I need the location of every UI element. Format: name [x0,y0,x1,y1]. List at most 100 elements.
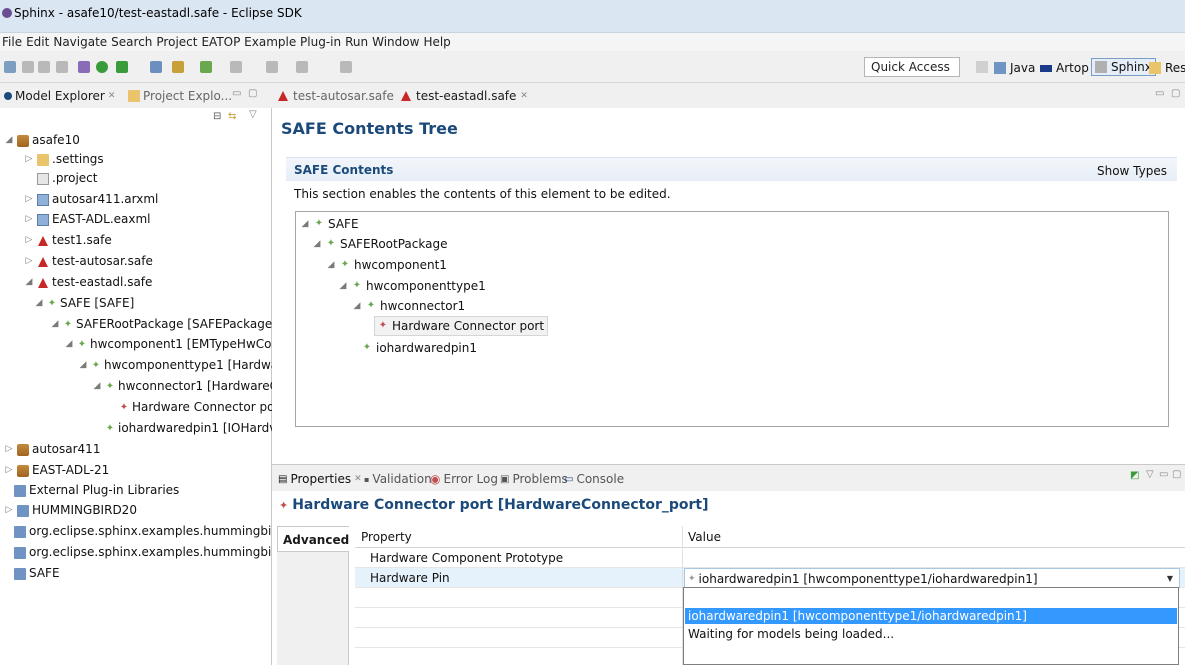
tree-item-hwcomponenttype1[interactable]: ◢ ✦ hwcomponenttype1 [Hardwa [78,356,279,375]
project-icon [17,443,29,456]
save-icon[interactable] [22,61,34,73]
menu-navigate[interactable]: Navigate [51,33,109,51]
contents-item-hwcomponenttype1[interactable]: ◢ ✦ hwcomponenttype1 [338,276,486,296]
menu-eatop[interactable]: EATOP Example Plug-in [199,33,343,51]
print-icon[interactable] [56,61,68,73]
run-icon[interactable] [96,61,108,73]
new-icon[interactable] [4,61,16,73]
project-icon [17,134,29,147]
tree-item-hwconnector1[interactable]: ◢ ✦ hwconnector1 [HardwareC [92,377,278,396]
side-tab-advanced[interactable]: Advanced [277,526,349,552]
contents-item-hardware-connector-port[interactable]: ✦ Hardware Connector port [374,316,549,336]
tree-item-autosar411-arxml[interactable]: ▷ autosar411.arxml [24,190,159,209]
tree-item-hummingbird20[interactable]: ▷ HUMMINGBIRD20 [4,501,137,520]
menu-edit[interactable]: Edit [24,33,51,51]
maximize-icon[interactable]: ▢ [1172,469,1181,480]
show-types-link[interactable]: Show Types [1097,164,1167,178]
menu-window[interactable]: Window [370,33,421,51]
minimize-icon[interactable]: ▭ [1159,469,1168,480]
pin-icon[interactable] [340,61,352,73]
run-external-icon[interactable] [116,61,128,73]
maximize-icon[interactable]: ▢ [1171,88,1180,99]
tab-problems[interactable]: ▣ Problems [500,472,568,486]
tree-item-org-eclipse-sphinx-2[interactable]: org.eclipse.sphinx.examples.hummingbir [14,543,276,562]
tree-item-external-plugin-libraries[interactable]: External Plug-in Libraries [14,481,179,500]
forward-icon[interactable] [296,61,308,73]
artop-icon [1040,64,1052,72]
new-package-icon[interactable] [150,61,162,73]
tab-test-autosar-safe[interactable]: test-autosar.safe [277,89,394,103]
table-row[interactable]: Hardware Component Prototype [355,548,1185,568]
menu-project[interactable]: Project [154,33,199,51]
perspective-res[interactable]: Res [1149,61,1185,75]
tree-item-iohardwaredpin1[interactable]: ✦ iohardwaredpin1 [IOHardv [92,419,277,438]
tab-validation[interactable]: ▪ Validation [364,472,432,486]
element-icon: ✦ [63,319,73,330]
quick-access-input[interactable]: Quick Access [864,57,960,77]
menu-help[interactable]: Help [421,33,452,51]
dropdown-option-empty[interactable] [685,591,1177,607]
close-icon[interactable]: ✕ [520,91,528,101]
view-menu-icon[interactable]: ▽ [1146,469,1154,480]
tab-test-eastadl-safe[interactable]: test-eastadl.safe ✕ [400,89,528,103]
contents-item-hwcomponent1[interactable]: ◢ ✦ hwcomponent1 [326,255,447,275]
tree-item-test1-safe[interactable]: ▷ test1.safe [24,231,112,250]
open-type-icon[interactable] [172,61,184,73]
hardware-pin-dropdown[interactable]: iohardwaredpin1 [hwcomponenttype1/iohard… [683,587,1179,665]
tab-model-explorer[interactable]: Model Explorer ✕ [4,89,115,103]
tab-error-log[interactable]: ◉ Error Log [430,472,498,486]
perspective-java[interactable]: Java [994,61,1035,75]
close-icon[interactable]: ✕ [354,474,362,484]
pin-view-icon[interactable]: ◩ [1130,470,1139,481]
port-icon: ✦ [279,498,289,512]
tree-item-project[interactable]: .project [24,169,97,188]
chevron-down-icon[interactable]: ▼ [1167,574,1173,583]
menu-file[interactable]: File [0,33,24,51]
close-icon[interactable]: ✕ [108,91,116,101]
safe-icon [37,256,49,268]
search-icon[interactable] [200,61,212,73]
tree-item-autosar411[interactable]: ▷ autosar411 [4,440,101,459]
menu-run[interactable]: Run [343,33,370,51]
tab-console[interactable]: ▭ Console [564,472,624,486]
tree-item-asafe10[interactable]: ◢ asafe10 [4,131,80,150]
minimize-icon[interactable]: ▭ [232,88,241,99]
maximize-icon[interactable]: ▢ [248,88,257,99]
back-icon[interactable] [266,61,278,73]
dropdown-option-iohardwaredpin1[interactable]: iohardwaredpin1 [hwcomponenttype1/iohard… [685,608,1177,624]
column-value[interactable]: Value [688,530,721,544]
save-all-icon[interactable] [38,61,50,73]
link-editor-icon[interactable]: ⇆ [228,111,236,122]
perspective-sphinx[interactable]: Sphinx [1091,58,1156,76]
annotation-icon[interactable] [230,61,242,73]
debug-icon[interactable] [78,61,90,73]
contents-item-iohardwaredpin1[interactable]: ✦ iohardwaredpin1 [362,338,477,358]
perspective-artop[interactable]: Artop [1040,61,1089,75]
tree-item-saferootpackage[interactable]: ◢ ✦ SAFERootPackage [SAFEPackage] [50,315,277,334]
collapse-all-icon[interactable]: ⊟ [213,111,221,122]
contents-item-safe[interactable]: ◢ ✦ SAFE [300,214,359,234]
tree-item-safe[interactable]: ◢ ✦ SAFE [SAFE] [34,294,135,313]
open-perspective-button[interactable] [976,61,988,73]
contents-item-saferootpackage[interactable]: ◢ ✦ SAFERootPackage [312,234,448,254]
tree-item-org-eclipse-sphinx-1[interactable]: org.eclipse.sphinx.examples.hummingbir [14,522,276,541]
hardware-pin-combo[interactable]: ✦ iohardwaredpin1 [hwcomponenttype1/iohar… [684,568,1180,588]
tab-project-explorer[interactable]: Project Explo... [128,89,232,103]
menu-search[interactable]: Search [109,33,154,51]
tree-item-settings[interactable]: ▷ .settings [24,150,104,169]
tree-item-hardware-connector-port[interactable]: ✦ Hardware Connector po [106,398,275,417]
column-property[interactable]: Property [361,530,412,544]
contents-item-hwconnector1[interactable]: ◢ ✦ hwconnector1 [352,296,466,316]
view-menu-icon[interactable]: ▽ [249,109,257,120]
minimize-icon[interactable]: ▭ [1155,88,1164,99]
tree-item-test-autosar-safe[interactable]: ▷ test-autosar.safe [24,252,153,271]
tab-properties[interactable]: ▤ Properties ✕ [278,472,362,486]
error-log-icon: ◉ [430,472,441,486]
contents-tree[interactable]: ◢ ✦ SAFE ◢ ✦ SAFERootPackage ◢ ✦ hwcomponent1 … [295,211,1169,427]
tree-item-test-eastadl-safe[interactable]: ◢ test-eastadl.safe [24,273,153,292]
tree-item-hwcomponent1[interactable]: ◢ ✦ hwcomponent1 [EMTypeHwCo [64,335,272,354]
tree-item-east-adl-21[interactable]: ▷ EAST-ADL-21 [4,461,110,480]
tree-item-east-adl-eaxml[interactable]: ▷ EAST-ADL.eaxml [24,210,151,229]
dropdown-option-waiting[interactable]: Waiting for models being loaded... [685,626,1177,642]
tree-item-safe-project[interactable]: SAFE [14,564,60,583]
